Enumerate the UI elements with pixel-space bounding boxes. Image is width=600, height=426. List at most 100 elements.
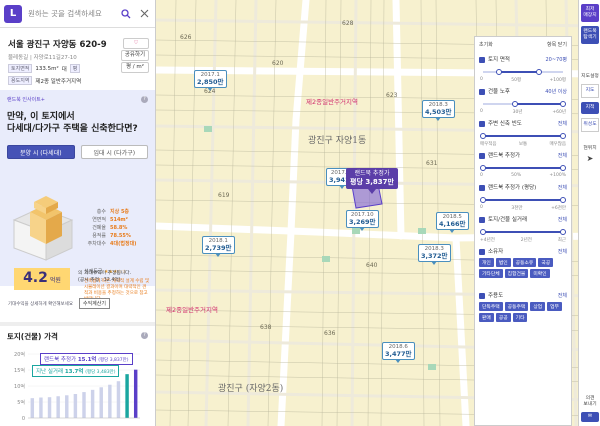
owner-chip[interactable]: 국공: [538, 258, 554, 267]
slider-handle[interactable]: [560, 165, 566, 171]
price-bar[interactable]: [82, 392, 86, 418]
price-pin[interactable]: 2018.1 2,739만: [202, 236, 235, 257]
filter-checkbox[interactable]: [479, 184, 485, 191]
filter-slider[interactable]: [480, 165, 566, 171]
filter-slider[interactable]: [483, 101, 566, 107]
close-icon[interactable]: [137, 7, 151, 21]
tool-satellite[interactable]: 위성도: [581, 118, 599, 132]
reset-button[interactable]: 초기화: [479, 41, 493, 48]
app-logo[interactable]: L: [4, 4, 22, 23]
search-input[interactable]: 원하는 곳을 검색하세요: [22, 8, 115, 19]
use-chip[interactable]: 판매: [479, 313, 494, 322]
filter-item: 주변 신축 빈도 전체 매우적음 보통 매우많음: [479, 120, 567, 147]
parcel-number: 619: [218, 192, 230, 199]
legend-transaction: 지난 실거래 13.7억 (평당 3,483만): [32, 365, 120, 377]
filter-slider[interactable]: [480, 229, 566, 235]
collapse-button[interactable]: 항목 닫기: [547, 41, 567, 48]
selected-parcel-pin[interactable]: 랜드북 추정가 평당 3,837만: [346, 168, 398, 194]
map-place-label: 광진구 (자양2동): [218, 384, 284, 394]
price-bar[interactable]: [125, 374, 129, 418]
search-bar: L 원하는 곳을 검색하세요: [0, 0, 155, 28]
share-button[interactable]: 공유하기: [121, 50, 149, 61]
price-bar[interactable]: [30, 398, 35, 418]
price-bar[interactable]: [73, 394, 78, 418]
calculator-button[interactable]: 수익계산기: [78, 298, 110, 309]
filter-slider[interactable]: [483, 69, 563, 75]
price-pin[interactable]: 2017.1 2,850만: [194, 70, 227, 91]
expected-profit: 4.2 억원: [14, 268, 70, 290]
owner-chip[interactable]: 법인: [495, 258, 511, 267]
filter-checkbox[interactable]: [479, 88, 485, 95]
zone-value: 제2종 일반주거지역: [35, 78, 82, 85]
price-pin[interactable]: 2018.6 3,477만: [382, 342, 415, 363]
toggle-sale[interactable]: 분양 시 (다세대): [7, 145, 75, 159]
filter-checkbox[interactable]: [479, 152, 485, 159]
owner-checkbox[interactable]: [479, 248, 485, 255]
slider-handle[interactable]: [560, 133, 566, 139]
tool-explorer[interactable]: 랜드북 탐색기: [581, 26, 599, 44]
area-unit-toggle[interactable]: 평: [69, 64, 81, 73]
filter-checkbox[interactable]: [479, 56, 485, 63]
price-pin[interactable]: 2017.10 3,269만: [346, 210, 379, 231]
tool-map-settings[interactable]: 지도설정: [581, 74, 599, 80]
price-pin[interactable]: 2018.5 4,166만: [436, 212, 469, 233]
owner-chip[interactable]: 기타단체: [479, 269, 503, 278]
slider-handle[interactable]: [480, 229, 486, 235]
slider-handle[interactable]: [480, 165, 486, 171]
use-chip[interactable]: 공공: [495, 313, 511, 322]
price-bar[interactable]: [116, 381, 121, 418]
price-bar[interactable]: [47, 397, 52, 418]
price-bar[interactable]: [56, 396, 60, 418]
price-bar[interactable]: [65, 395, 69, 418]
filter-checkbox[interactable]: [479, 216, 485, 223]
use-chip[interactable]: 업무: [547, 302, 562, 311]
slider-handle[interactable]: [512, 101, 518, 107]
slider-handle[interactable]: [560, 101, 566, 107]
price-bar[interactable]: [90, 389, 95, 418]
filter-item: 랜드북 추정가 (평당) 전체 0 3천만 +6천만: [479, 184, 567, 211]
slider-handle[interactable]: [560, 229, 566, 235]
search-icon[interactable]: [119, 7, 133, 21]
slider-handle[interactable]: [480, 197, 486, 203]
use-chip[interactable]: 공동주택: [504, 302, 529, 311]
map-tools: 최저 매장지 랜드북 탐색기 지도설정 지도 지적 위성도 현위치 ➤ 의견 보…: [578, 0, 600, 426]
tool-min-store[interactable]: 최저 매장지: [581, 4, 599, 22]
use-chip[interactable]: 단독주택: [479, 302, 503, 311]
price-pin[interactable]: 2018.3 3,372만: [418, 244, 451, 265]
help-icon[interactable]: ?: [141, 332, 148, 339]
slider-handle[interactable]: [480, 133, 486, 139]
legend-estimate: 랜드북 추정가 15.1억 (평당 3,837만): [40, 353, 133, 365]
price-bar[interactable]: [99, 387, 103, 418]
slider-handle[interactable]: [536, 69, 542, 75]
filter-item: 토지 면적 20~70평 0 50평 +100평: [479, 56, 567, 83]
help-icon[interactable]: ?: [141, 96, 148, 103]
owner-chip[interactable]: 집합건물: [504, 269, 529, 278]
toggle-rent[interactable]: 임대 시 (다가구): [80, 145, 148, 159]
unit-toggle-button[interactable]: 평 / m²: [121, 62, 149, 73]
slider-handle[interactable]: [560, 197, 566, 203]
tool-feedback[interactable]: 의견 보내기: [581, 396, 599, 408]
price-pin[interactable]: 2018.3 4,503만: [422, 100, 455, 121]
price-bar[interactable]: [133, 369, 138, 418]
tool-map[interactable]: 지도: [581, 84, 599, 98]
tool-cadastral[interactable]: 지적: [581, 102, 599, 114]
owner-chip[interactable]: 개인: [479, 258, 494, 267]
favorite-button[interactable]: ♡: [123, 38, 149, 49]
use-chip[interactable]: 기타: [512, 313, 528, 322]
use-chip[interactable]: 상업: [530, 302, 546, 311]
price-bar[interactable]: [108, 384, 112, 418]
use-checkbox[interactable]: [479, 292, 485, 299]
tool-location[interactable]: 현위치: [581, 146, 599, 152]
owner-chip[interactable]: 공동소유: [512, 258, 537, 267]
land-type: 대: [61, 66, 67, 73]
owner-chip[interactable]: 미확인: [530, 269, 550, 278]
y-tick-label: 20억: [14, 351, 25, 358]
chat-icon[interactable]: ✉: [581, 412, 599, 422]
filter-slider[interactable]: [480, 197, 566, 203]
filter-slider[interactable]: [480, 133, 566, 139]
location-arrow-icon[interactable]: ➤: [581, 155, 599, 163]
filter-checkbox[interactable]: [479, 120, 485, 127]
slider-handle[interactable]: [496, 69, 502, 75]
calculator-row: 기대수익을 상세하게 확인해보세요 수익계산기: [8, 298, 110, 309]
price-bar[interactable]: [39, 397, 43, 418]
